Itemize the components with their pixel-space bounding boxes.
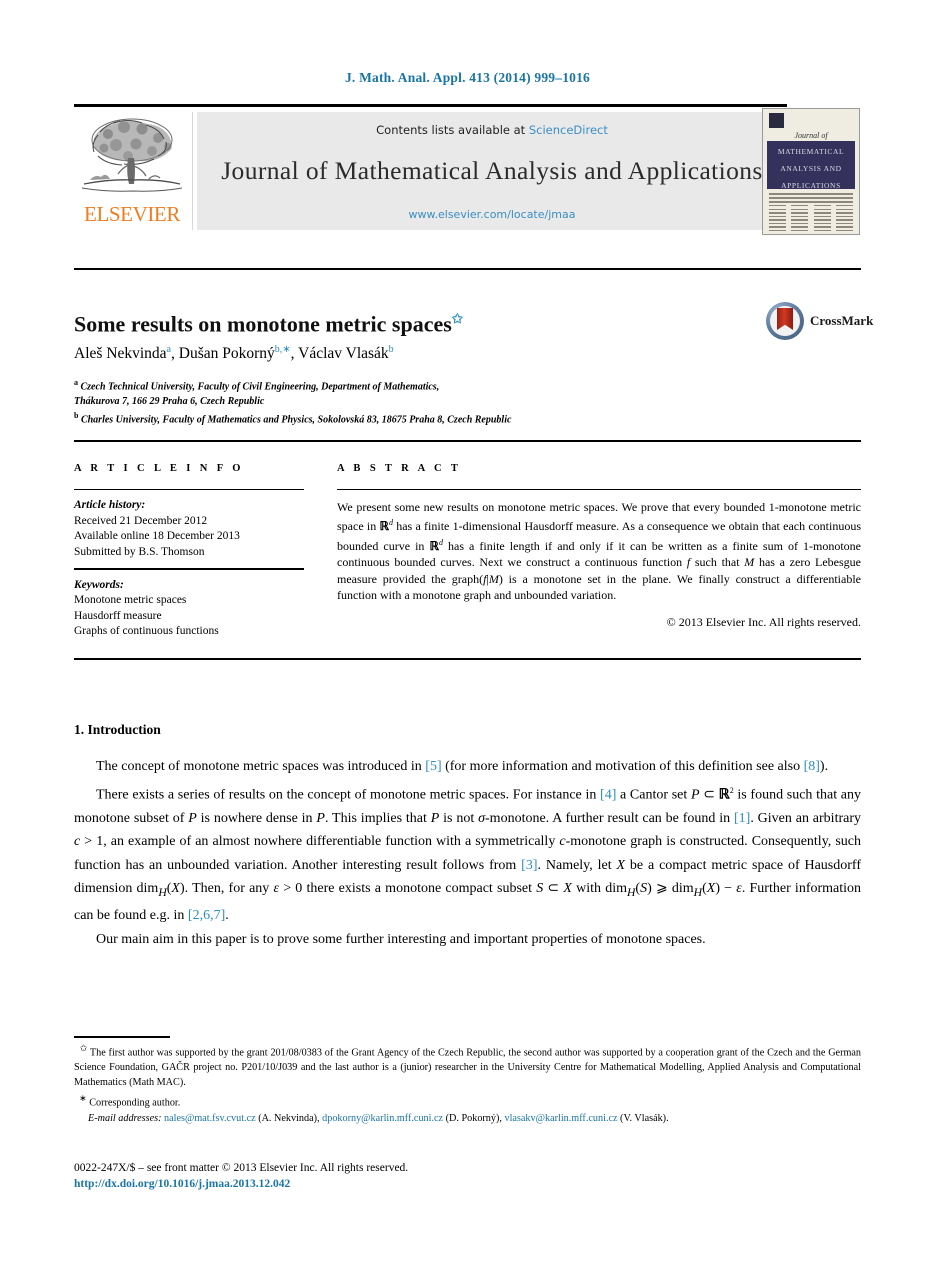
citation-8[interactable]: [8] — [804, 759, 820, 774]
sciencedirect-link[interactable]: ScienceDirect — [529, 123, 608, 137]
paragraph-1: The concept of monotone metric spaces wa… — [96, 759, 829, 774]
email-0[interactable]: nales@mat.fsv.cvut.cz — [164, 1113, 256, 1124]
citation-4[interactable]: [4] — [600, 787, 616, 802]
footnote-corresponding: ∗ Corresponding author. — [74, 1091, 861, 1111]
introduction-body: The concept of monotone metric spaces wa… — [74, 755, 861, 951]
abstract-rule — [337, 489, 861, 490]
email-label: E-mail addresses: — [88, 1113, 162, 1125]
citation-1[interactable]: [1] — [734, 811, 750, 826]
info-rule-2 — [74, 568, 304, 570]
affiliation-mark-2: b — [74, 411, 79, 421]
cover-band-line-2: ANALYSIS AND — [780, 164, 842, 173]
elsevier-logo: ELSEVIER — [74, 112, 193, 230]
history-item-0: Received 21 December 2012 — [74, 514, 208, 527]
author-name-2[interactable]: Václav Vlasák — [298, 345, 389, 362]
title-footnote-marker[interactable]: ✩ — [452, 311, 463, 326]
email-1[interactable]: dpokorny@karlin.mff.cuni.cz — [322, 1113, 443, 1124]
cover-script-line: Journal of — [794, 131, 828, 140]
keyword-0: Monotone metric spaces — [74, 594, 187, 606]
info-top-rule — [74, 440, 861, 442]
affiliation-text-0: Czech Technical University, Faculty of C… — [80, 381, 440, 393]
title-top-rule — [74, 268, 861, 270]
cover-band-line-1: MATHEMATICAL — [777, 147, 845, 156]
citation-5[interactable]: [5] — [425, 759, 441, 774]
footnote-block: ✩ The first author was supported by the … — [74, 1041, 861, 1127]
abstract-column: We present some new results on monotone … — [337, 489, 861, 630]
article-history-block: Article history: Received 21 December 20… — [74, 498, 304, 560]
keywords-label: Keywords: — [74, 578, 124, 591]
paper-page: J. Math. Anal. Appl. 413 (2014) 999–1016 — [0, 0, 935, 1266]
email-owner-0: (A. Nekvinda) — [258, 1113, 318, 1125]
footnote-emails: E-mail addresses: nales@mat.fsv.cvut.cz … — [88, 1113, 669, 1125]
journal-banner: Contents lists available at ScienceDirec… — [197, 112, 787, 230]
footnote-funding: ✩ The first author was supported by the … — [74, 1043, 862, 1088]
author-mark-0: a — [166, 344, 171, 355]
journal-cover-thumbnail[interactable]: Journal of MATHEMATICAL ANALYSIS AND APP… — [762, 108, 860, 235]
citation-3[interactable]: [3] — [521, 858, 537, 873]
abstract-text: We present some new results on monotone … — [337, 500, 862, 603]
corresponding-author-text: Corresponding author. — [89, 1097, 181, 1109]
affiliation-text-1: Thákurova 7, 166 29 Praha 6, Czech Repub… — [74, 395, 265, 407]
page-footer: 0022-247X/$ – see front matter © 2013 El… — [74, 1160, 408, 1192]
crossmark-badge[interactable]: CrossMark — [766, 300, 873, 344]
info-bottom-rule — [74, 658, 861, 660]
paragraph-3: Our main aim in this paper is to prove s… — [96, 931, 706, 947]
email-owner-2: (V. Vlasák) — [620, 1113, 667, 1125]
abstract-heading: A B S T R A C T — [337, 463, 462, 474]
abstract-copyright: © 2013 Elsevier Inc. All rights reserved… — [666, 615, 861, 630]
article-info-heading: A R T I C L E I N F O — [74, 463, 244, 474]
journal-masthead: ELSEVIER Contents lists available at Sci… — [74, 104, 861, 235]
affiliation-text-2: Charles University, Faculty of Mathemati… — [80, 414, 512, 426]
history-item-2: Submitted by B.S. Thomson — [74, 545, 205, 558]
email-2[interactable]: vlasakv@karlin.mff.cuni.cz — [504, 1113, 617, 1124]
keyword-1: Hausdorff measure — [74, 609, 162, 622]
elsevier-tree-icon — [81, 118, 183, 192]
author-list: Aleš Nekvindaa, Dušan Pokornýb,∗, Václav… — [74, 344, 394, 363]
paragraph-2: There exists a series of results on the … — [74, 785, 862, 924]
cover-text-lines — [769, 193, 853, 205]
article-info-column: Article history: Received 21 December 20… — [74, 489, 304, 640]
cover-elsevier-mark — [769, 113, 784, 128]
affiliation-1: Thákurova 7, 166 29 Praha 6, Czech Repub… — [74, 395, 864, 410]
footnote-star-marker: ✩ — [79, 1043, 88, 1053]
section-heading-introduction: 1. Introduction — [74, 722, 161, 738]
affiliation-0: a Czech Technical University, Faculty of… — [74, 376, 864, 395]
journal-title: Journal of Mathematical Analysis and App… — [221, 156, 763, 185]
affiliation-mark-0: a — [74, 378, 78, 387]
history-item-1: Available online 18 December 2013 — [74, 530, 240, 542]
crossmark-label: CrossMark — [810, 313, 874, 328]
affiliation-list: a Czech Technical University, Faculty of… — [74, 376, 864, 428]
cover-column-lines — [769, 205, 853, 234]
cover-band-line-3: APPLICATIONS — [781, 181, 841, 190]
email-owner-1: (D. Pokorný) — [445, 1113, 500, 1125]
author-mark-2: b — [388, 344, 394, 355]
masthead-top-rule — [74, 104, 787, 107]
author-name-1[interactable]: Dušan Pokorný — [179, 345, 275, 362]
front-matter-line: 0022-247X/$ – see front matter © 2013 El… — [74, 1162, 409, 1174]
keyword-2: Graphs of continuous functions — [74, 625, 219, 637]
running-head: J. Math. Anal. Appl. 413 (2014) 999–1016 — [344, 70, 591, 85]
cover-title-band: MATHEMATICAL ANALYSIS AND APPLICATIONS — [767, 141, 855, 190]
corresponding-star-marker: ∗ — [79, 1093, 87, 1104]
info-rule-1 — [74, 489, 304, 490]
keywords-block: Keywords: Monotone metric spaces Hausdor… — [74, 578, 304, 640]
article-title-text: Some results on monotone metric spaces — [74, 311, 452, 337]
affiliation-2: b Charles University, Faculty of Mathema… — [74, 409, 864, 428]
crossmark-circle-icon — [766, 302, 804, 340]
citation-2-6-7[interactable]: [2,6,7] — [188, 908, 225, 923]
footnote-separator-rule — [74, 1036, 170, 1038]
history-label: Article history: — [74, 499, 146, 511]
contents-available-line: Contents lists available at ScienceDirec… — [197, 123, 787, 137]
elsevier-wordmark: ELSEVIER — [84, 202, 180, 226]
page-title: Some results on monotone metric spaces✩ — [74, 311, 463, 337]
journal-homepage-link[interactable]: www.elsevier.com/locate/jmaa — [197, 208, 787, 221]
contents-prefix: Contents lists available at — [376, 123, 529, 137]
author-mark-1: b,∗ — [274, 344, 291, 355]
doi-link[interactable]: http://dx.doi.org/10.1016/j.jmaa.2013.12… — [74, 1176, 408, 1192]
author-name-0[interactable]: Aleš Nekvinda — [74, 345, 167, 362]
